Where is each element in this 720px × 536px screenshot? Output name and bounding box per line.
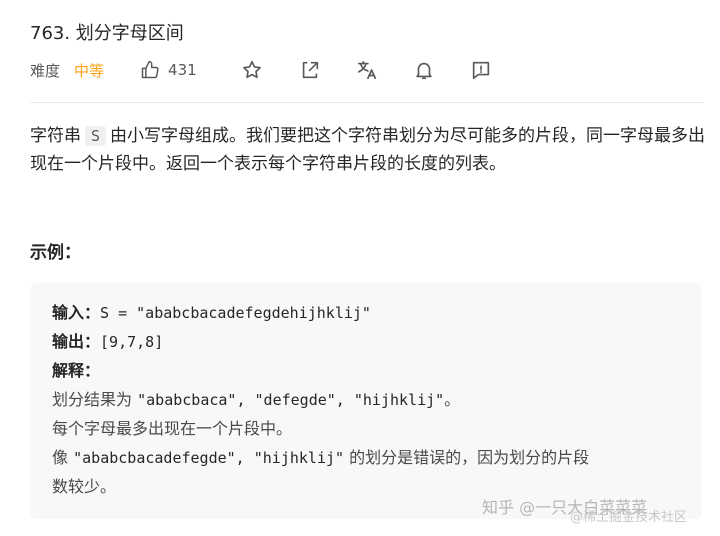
output-value: [9,7,8]	[100, 333, 164, 351]
thumbs-up-icon	[141, 60, 159, 79]
example-code-block: 输入：S = "ababcbacadefegdehijhklij" 输出：[9,…	[30, 283, 702, 519]
bell-icon[interactable]	[413, 59, 435, 81]
example-explain-text-2: 每个字母最多出现在一个片段中。	[52, 419, 292, 439]
translate-icon[interactable]	[356, 59, 378, 81]
explain-1-prefix: 划分结果为	[52, 390, 133, 409]
problem-meta: 难度 中等 431	[30, 58, 197, 82]
explain-3-prefix: 像	[52, 448, 69, 467]
like-count: 431	[168, 61, 197, 79]
share-icon[interactable]	[299, 59, 321, 81]
example-output-line: 输出：[9,7,8]	[52, 332, 163, 352]
explain-3-code: "ababcbacadefegde", "hijhklij"	[73, 449, 345, 467]
problem-description: 字符串 S 由小写字母组成。我们要把这个字符串划分为尽可能多的片段，同一字母最多出现…	[30, 122, 706, 178]
star-icon[interactable]	[241, 59, 263, 81]
example-input-line: 输入：S = "ababcbacadefegdehijhklij"	[52, 303, 371, 323]
explain-label: 解释：	[52, 361, 101, 380]
description-text-before: 字符串	[30, 126, 81, 146]
example-explain-text-4: 数较少。	[52, 477, 116, 497]
inline-code-s: S	[85, 126, 107, 146]
explain-1-code: "ababcbaca", "defegde", "hijhklij"	[137, 391, 445, 409]
description-text-after: 由小写字母组成。我们要把这个字符串划分为尽可能多的片段，同一字母最多出现在一个片…	[30, 126, 706, 174]
difficulty-label: 难度	[30, 61, 61, 80]
explain-1-suffix: 。	[444, 390, 461, 409]
problem-title: 763. 划分字母区间	[30, 23, 184, 44]
header-divider	[30, 102, 704, 103]
example-explain-line: 解释：	[52, 361, 100, 381]
input-label: 输入：	[52, 303, 101, 322]
input-value: S = "ababcbacadefegdehijhklij"	[100, 304, 371, 322]
example-explain-text-3: 像 "ababcbacadefegde", "hijhklij" 的划分是错误的…	[52, 448, 589, 468]
example-explain-text-1: 划分结果为 "ababcbaca", "defegde", "hijhklij"…	[52, 390, 460, 410]
output-label: 输出：	[52, 332, 101, 351]
like-button[interactable]: 431	[140, 60, 197, 80]
explain-2: 每个字母最多出现在一个片段中。	[52, 419, 293, 438]
juejin-watermark: @稀土掘金技术社区	[570, 510, 688, 525]
explain-3-suffix: 的划分是错误的，因为划分的片段	[349, 448, 590, 467]
explain-4: 数较少。	[52, 477, 117, 496]
difficulty-badge: 中等	[74, 61, 105, 80]
example-heading: 示例：	[30, 243, 81, 263]
feedback-icon[interactable]	[470, 59, 492, 81]
